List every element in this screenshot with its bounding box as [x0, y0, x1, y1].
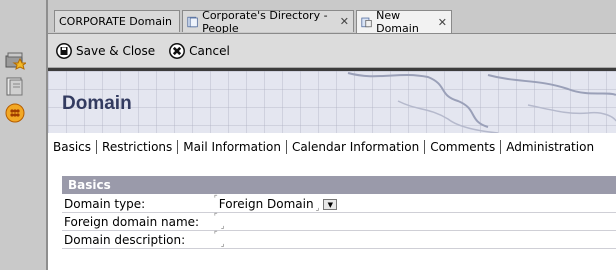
form-tab-bar: Basics Restrictions Mail Information Cal… — [48, 132, 616, 162]
section-header: Basics — [62, 176, 616, 194]
save-icon — [56, 42, 72, 59]
field-row-domain-description: Domain description: ⌜ ⌟ — [62, 230, 616, 249]
apps-icon — [5, 103, 25, 123]
tab-restrictions[interactable]: Restrictions — [97, 140, 179, 154]
tab-corporate-directory[interactable]: Corporate's Directory - People ✕ — [182, 8, 354, 35]
domain-type-field[interactable]: ⌜ Foreign Domain ⌟ ▼ — [214, 193, 338, 212]
field-label: Foreign domain name: — [64, 214, 200, 229]
field-close-bracket-icon: ⌟ — [220, 238, 225, 248]
world-map-icon — [347, 72, 616, 133]
page-title: Domain — [62, 93, 132, 114]
tab-administration[interactable]: Administration — [501, 140, 599, 154]
address-book-icon — [6, 77, 23, 96]
field-open-bracket-icon: ⌜ — [214, 229, 218, 239]
cancel-button[interactable]: Cancel — [169, 42, 230, 59]
launcher-bar — [0, 0, 48, 270]
field-label: Domain description: — [64, 232, 186, 247]
cancel-label: Cancel — [189, 43, 230, 58]
close-icon[interactable]: ✕ — [438, 16, 447, 29]
tab-calendar-information[interactable]: Calendar Information — [287, 140, 426, 154]
field-open-bracket-icon: ⌜ — [214, 193, 218, 203]
field-close-bracket-icon: ⌟ — [220, 220, 225, 230]
tab-label: CORPORATE Domain — [59, 15, 172, 28]
cancel-icon — [169, 42, 186, 59]
field-open-bracket-icon: ⌜ — [214, 211, 218, 221]
domain-type-value: Foreign Domain — [218, 196, 314, 211]
field-row-foreign-domain-name: Foreign domain name: ⌜ ⌟ — [62, 212, 616, 231]
form-banner: Domain — [48, 68, 616, 133]
tab-comments[interactable]: Comments — [425, 140, 502, 154]
tab-new-domain[interactable]: New Domain ✕ — [356, 9, 452, 35]
document-pane: Save & Close Cancel Domain Basics Restri… — [48, 33, 616, 270]
window-tab-strip: CORPORATE Domain Corporate's Directory -… — [48, 0, 616, 35]
tab-label: Corporate's Directory - People — [202, 8, 328, 35]
field-close-bracket-icon: ⌟ — [315, 202, 320, 212]
tab-label: New Domain — [376, 9, 419, 35]
launcher-address-book[interactable] — [4, 74, 44, 98]
close-icon[interactable]: ✕ — [340, 15, 349, 28]
tab-basics[interactable]: Basics — [48, 140, 98, 154]
save-close-label: Save & Close — [76, 43, 156, 58]
save-close-button[interactable]: Save & Close — [56, 42, 156, 59]
dropdown-arrow-icon[interactable]: ▼ — [323, 199, 338, 210]
workspace-icon — [5, 52, 26, 70]
tab-corporate-domain[interactable]: CORPORATE Domain — [54, 10, 180, 32]
domain-description-field[interactable]: ⌜ ⌟ — [214, 230, 225, 247]
foreign-domain-name-field[interactable]: ⌜ ⌟ — [214, 212, 225, 229]
new-domain-icon — [361, 17, 372, 28]
launcher-workspace[interactable] — [4, 48, 44, 72]
field-row-domain-type: Domain type: ⌜ Foreign Domain ⌟ ▼ — [62, 193, 616, 213]
field-label: Domain type: — [64, 196, 146, 211]
action-bar: Save & Close Cancel — [48, 34, 616, 68]
directory-icon — [187, 16, 198, 27]
tab-mail-information[interactable]: Mail Information — [178, 140, 287, 154]
launcher-apps[interactable] — [4, 101, 44, 125]
